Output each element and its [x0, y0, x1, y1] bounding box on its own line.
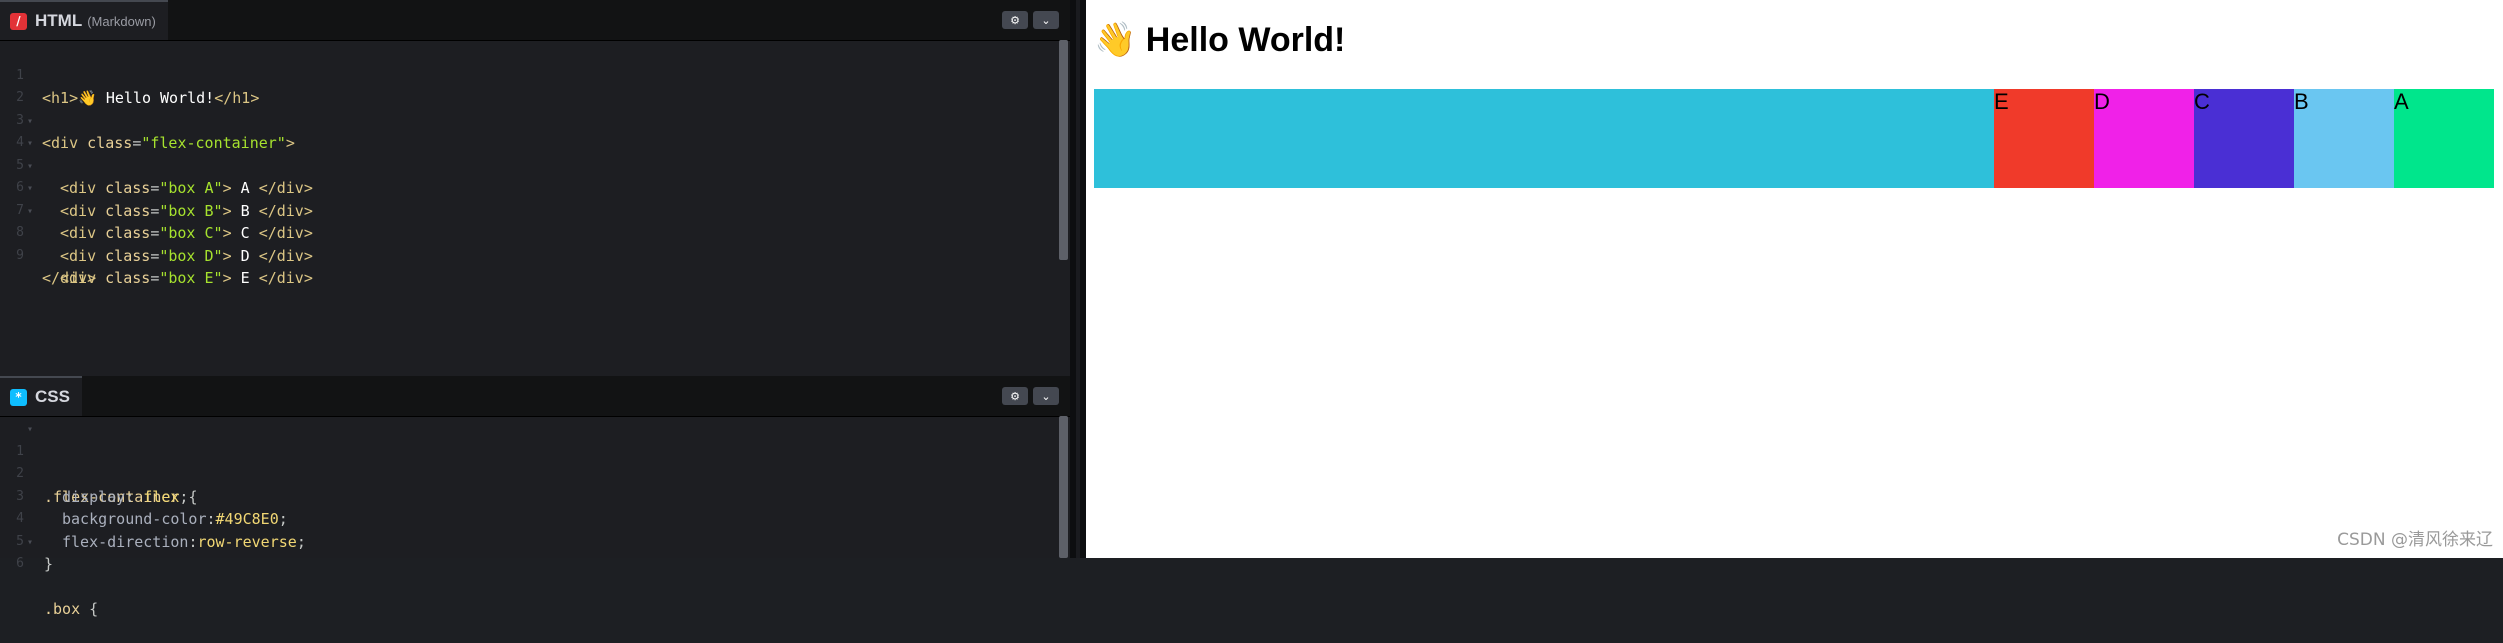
code-token: class	[105, 246, 151, 265]
gear-icon: ⚙	[1010, 389, 1020, 403]
chevron-down-icon: ⌄	[1041, 389, 1051, 403]
box-b: B	[2294, 89, 2394, 188]
html-collapse-button[interactable]: ⌄	[1033, 11, 1059, 29]
fold-arrow-icon[interactable]: ▾	[27, 419, 33, 442]
html-code-area[interactable]: 1 <h1>👋 Hello World!</h1> 2 3 <div class…	[0, 42, 1060, 288]
code-token: E	[231, 269, 259, 287]
code-token: "box E"	[159, 269, 223, 287]
code-line: 2	[0, 65, 1060, 105]
html-scrollbar[interactable]	[1059, 40, 1068, 260]
css-settings-button[interactable]: ⚙	[1002, 387, 1028, 405]
html-tab[interactable]: / HTML (Markdown)	[0, 0, 168, 40]
fold-arrow-icon[interactable]: ▾	[27, 111, 33, 134]
box-a: A	[2394, 89, 2494, 188]
code-token: {	[80, 600, 99, 618]
fold-arrow-icon[interactable]: ▾	[27, 156, 33, 179]
css-editor-panel: * CSS ⚙ ⌄ 1 ▾ .flex-container { 2 displa…	[0, 376, 1070, 619]
fold-arrow-icon[interactable]: ▾	[27, 133, 33, 156]
code-token: </div>	[258, 269, 313, 287]
code-line: 8 ▾ <div class="box E"> E </div>	[0, 200, 1060, 288]
flex-container: A B C D E	[1094, 89, 2494, 188]
code-token: D	[231, 246, 259, 265]
fold-arrow-icon[interactable]: ▾	[27, 178, 33, 201]
code-line: 9 </div>	[0, 222, 1060, 288]
code-line: 4 flex-direction:row-reverse;	[0, 486, 1060, 551]
code-line: 3 background-color:#49C8E0;	[0, 463, 1060, 529]
html-tab-label: HTML	[35, 11, 83, 30]
fold-arrow-icon[interactable]: ▾	[27, 201, 33, 224]
code-line: 5 }	[0, 508, 1060, 574]
css-panel-header: * CSS ⚙ ⌄	[0, 376, 1070, 417]
css-tab[interactable]: * CSS	[0, 376, 82, 416]
code-token: =	[150, 246, 160, 265]
box-e: E	[1994, 89, 2094, 188]
code-line: 3 <div class="flex-container">	[0, 87, 1060, 153]
code-token: >	[222, 269, 232, 287]
line-number: 9	[16, 247, 24, 263]
code-token: </div>	[42, 269, 97, 287]
fold-arrow-icon[interactable]: ▾	[27, 532, 33, 555]
box-c: C	[2194, 89, 2294, 188]
code-token: class	[105, 269, 151, 287]
code-line: 1 <h1>👋 Hello World!</h1>	[0, 42, 1060, 108]
css-collapse-button[interactable]: ⌄	[1033, 387, 1059, 405]
html-editor-panel: / HTML (Markdown) ⚙ ⌄ 1 <h1>👋 Hello Worl…	[0, 0, 1070, 376]
code-line: 7 ▾ <div class="box D"> D </div>	[0, 177, 1060, 265]
line-number: 6	[16, 556, 24, 571]
css-logo-icon: *	[10, 388, 27, 406]
code-line: 6 ▾ <div class="box C"> C </div>	[0, 155, 1060, 243]
html-settings-button[interactable]: ⚙	[1002, 11, 1028, 29]
css-code-area[interactable]: 1 ▾ .flex-container { 2 display: flex; 3…	[0, 418, 1060, 619]
html-logo-icon: /	[10, 12, 27, 30]
result-preview: 👋 Hello World! A B C D E CSDN @清风徐来辽	[1086, 0, 2503, 558]
box-d: D	[2094, 89, 2194, 188]
css-tab-label: CSS	[35, 387, 70, 406]
pane-resize-handle[interactable]	[1070, 0, 1086, 558]
chevron-down-icon: ⌄	[1041, 13, 1051, 27]
code-line: 1 ▾ .flex-container {	[0, 418, 1060, 506]
html-panel-header: / HTML (Markdown) ⚙ ⌄	[0, 0, 1070, 41]
code-token: </div>	[258, 246, 313, 265]
html-tab-preprocessor: (Markdown)	[87, 13, 156, 29]
css-scrollbar[interactable]	[1059, 416, 1068, 558]
code-token: .box	[44, 600, 81, 618]
code-token: >	[222, 246, 232, 265]
code-line: 4 ▾ <div class="box A"> A </div>	[0, 110, 1060, 198]
code-line: 6 ▾ .box {	[0, 531, 1060, 619]
gear-icon: ⚙	[1010, 13, 1020, 27]
code-token: "box D"	[159, 246, 223, 265]
code-token: =	[150, 269, 160, 287]
preview-heading: 👋 Hello World!	[1094, 21, 1346, 59]
code-line: 5 ▾ <div class="box B"> B </div>	[0, 132, 1060, 220]
editor-column: / HTML (Markdown) ⚙ ⌄ 1 <h1>👋 Hello Worl…	[0, 0, 1070, 619]
code-line: 2 display: flex;	[0, 441, 1060, 506]
watermark: CSDN @清风徐来辽	[2337, 530, 2493, 550]
